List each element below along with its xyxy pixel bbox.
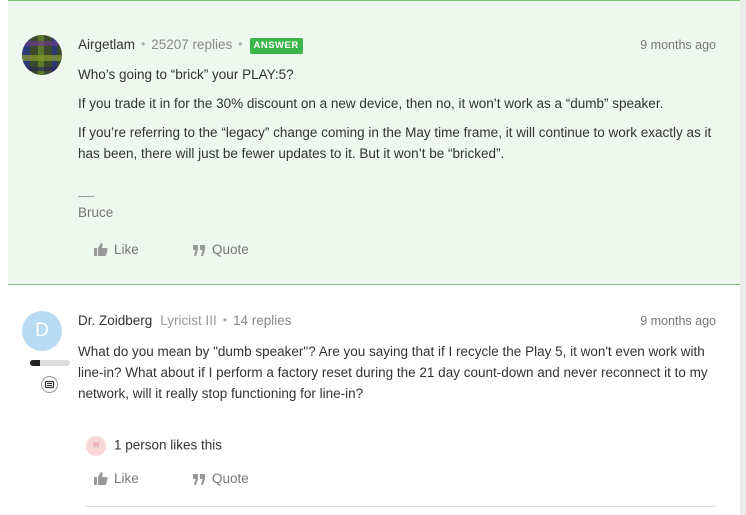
like-label: Like <box>114 242 139 257</box>
quote-label: Quote <box>212 242 249 257</box>
rank-progress-fill <box>30 360 40 366</box>
separator-dot: • <box>141 37 146 51</box>
post-body: If you’re referring to the “legacy” chan… <box>78 122 716 164</box>
rank-progress-bar <box>30 360 70 366</box>
author-name[interactable]: Airgetlam <box>78 37 135 52</box>
paragraph: Who’s going to “brick” your PLAY:5? <box>78 67 294 82</box>
scrollbar[interactable] <box>740 0 746 515</box>
post-body: If you trade it in for the 30% discount … <box>78 93 716 114</box>
paragraph: If you’re referring to the “legacy” chan… <box>78 125 712 161</box>
like-label: Like <box>114 471 139 486</box>
paragraph: What do you mean by "dumb speaker"? Are … <box>78 344 708 401</box>
answer-badge: ANSWER <box>249 38 303 54</box>
divider <box>86 506 716 507</box>
reply-count: 25207 replies <box>151 37 233 52</box>
quote-icon <box>193 474 205 485</box>
rank-badge-icon <box>41 376 58 393</box>
thumbs-up-icon <box>94 243 108 256</box>
quote-button[interactable]: Quote <box>193 242 249 257</box>
like-button[interactable]: Like <box>94 242 139 257</box>
paragraph: If you trade it in for the 30% discount … <box>78 96 664 111</box>
quote-label: Quote <box>212 471 249 486</box>
likes-summary[interactable]: W 1 person likes this <box>86 436 222 456</box>
like-button[interactable]: Like <box>94 471 139 486</box>
quote-button[interactable]: Quote <box>193 471 249 486</box>
post-time[interactable]: 9 months ago <box>640 314 716 328</box>
post-body: Who’s going to “brick” your PLAY:5? <box>78 64 716 85</box>
post-time[interactable]: 9 months ago <box>640 38 716 52</box>
post-header: Dr. Zoidberg Lyricist III • 14 replies 9… <box>78 313 716 333</box>
thumbs-up-icon <box>94 472 108 485</box>
separator-dot: • <box>222 313 228 327</box>
reply-count: 14 replies <box>233 313 292 328</box>
user-rank[interactable]: Lyricist III <box>160 313 217 328</box>
separator-dot: • <box>238 37 243 51</box>
post-header: Airgetlam • 25207 replies • ANSWER 9 mon… <box>78 37 716 57</box>
signature-divider <box>78 196 94 197</box>
post-body: What do you mean by "dumb speaker"? Are … <box>78 341 716 404</box>
signature: Bruce <box>78 205 114 220</box>
likes-text[interactable]: 1 person likes this <box>114 438 222 453</box>
avatar[interactable]: D <box>22 311 62 351</box>
quote-icon <box>193 245 205 256</box>
liker-avatar[interactable]: W <box>86 436 106 456</box>
avatar[interactable] <box>22 35 62 75</box>
author-name[interactable]: Dr. Zoidberg <box>78 313 152 328</box>
forum-thread: Airgetlam • 25207 replies • ANSWER 9 mon… <box>0 0 740 515</box>
